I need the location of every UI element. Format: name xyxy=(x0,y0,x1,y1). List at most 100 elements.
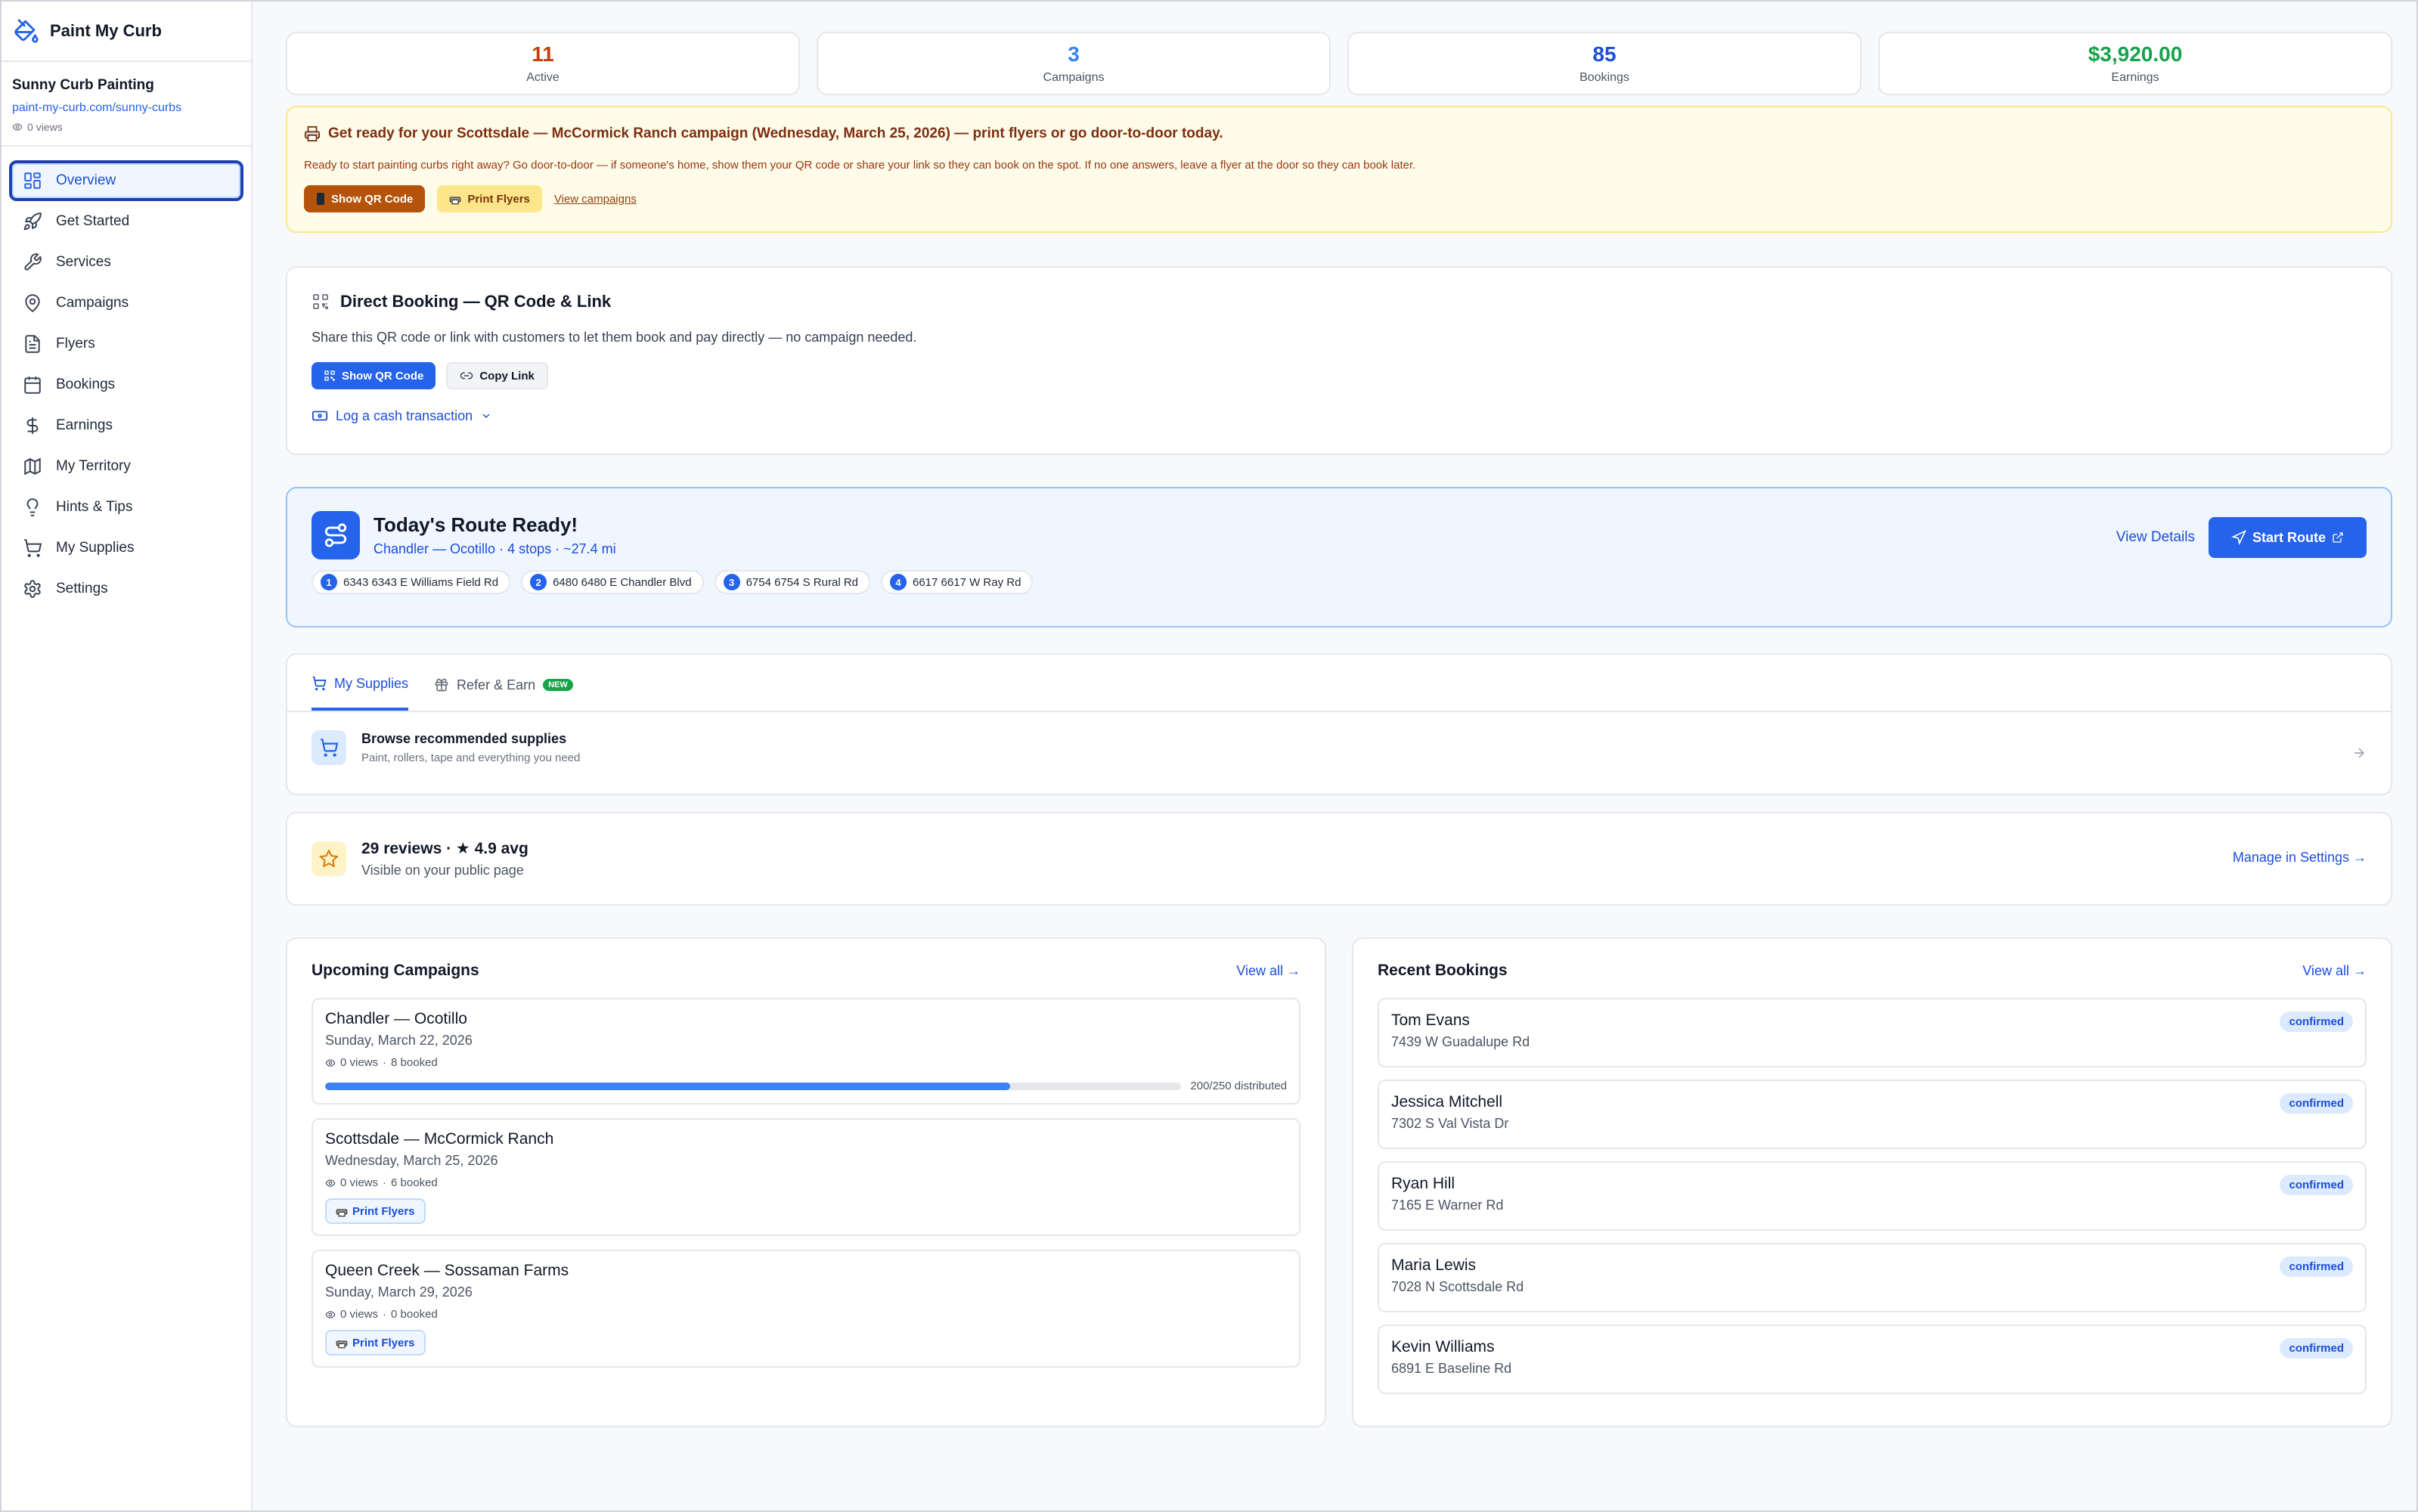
stat-card-campaigns[interactable]: 3 Campaigns xyxy=(817,32,1331,95)
booking-address: 7302 S Val Vista Dr xyxy=(1391,1116,1509,1131)
stats-row: 11 Active 3 Campaigns 85 Bookings $3,920… xyxy=(286,32,2392,95)
print-flyers-button[interactable]: Print Flyers xyxy=(325,1330,426,1356)
cart-icon xyxy=(312,730,346,765)
progress-fill xyxy=(325,1082,1010,1090)
grid-icon xyxy=(24,172,41,189)
booking-name: Kevin Williams xyxy=(1391,1338,1495,1356)
business-link[interactable]: paint-my-curb.com/sunny-curbs xyxy=(12,101,240,115)
sidebar-item-services[interactable]: Services xyxy=(9,242,243,283)
button-label: Print Flyers xyxy=(467,192,530,206)
stat-card-earnings[interactable]: $3,920.00 Earnings xyxy=(1878,32,2392,95)
view-details-link[interactable]: View Details xyxy=(2116,529,2195,546)
link-icon xyxy=(460,372,473,380)
status-badge: confirmed xyxy=(2280,1338,2353,1359)
stat-card-bookings[interactable]: 85 Bookings xyxy=(1347,32,1862,95)
sidebar-item-hints-tips[interactable]: Hints & Tips xyxy=(9,487,243,528)
route-stop-chip[interactable]: 1 6343 6343 E Williams Field Rd xyxy=(312,570,511,594)
map-icon xyxy=(24,457,41,476)
log-cash-transaction-toggle[interactable]: Log a cash transaction xyxy=(312,407,2367,424)
progress-bar xyxy=(325,1082,1182,1090)
brand[interactable]: Paint My Curb xyxy=(2,2,251,62)
sidebar-item-label: Overview xyxy=(56,172,116,188)
rocket-icon xyxy=(23,212,42,231)
stop-number: 4 xyxy=(890,574,907,590)
start-route-button[interactable]: Start Route xyxy=(2208,517,2367,558)
sidebar-item-flyers[interactable]: Flyers xyxy=(9,324,243,364)
eye-icon xyxy=(325,1058,336,1067)
campaign-meta: 0 views · 8 booked xyxy=(325,1056,1287,1069)
sidebar-item-settings[interactable]: Settings xyxy=(9,569,243,609)
sidebar-item-earnings[interactable]: Earnings xyxy=(9,405,243,446)
sidebar-item-label: My Territory xyxy=(56,458,131,474)
route-actions: View Details Start Route xyxy=(2116,517,2367,558)
eye-icon xyxy=(12,123,23,131)
booking-item[interactable]: Kevin Williams 6891 E Baseline Rd confir… xyxy=(1378,1325,2367,1394)
printer-icon xyxy=(336,1340,348,1349)
qr-code-icon xyxy=(324,370,335,381)
browse-supplies-row[interactable]: Browse recommended supplies Paint, rolle… xyxy=(287,712,2391,783)
booking-item[interactable]: Maria Lewis 7028 N Scottsdale Rd confirm… xyxy=(1378,1243,2367,1312)
booking-item[interactable]: Tom Evans 7439 W Guadalupe Rd confirmed xyxy=(1378,998,2367,1067)
booking-item[interactable]: Jessica Mitchell 7302 S Val Vista Dr con… xyxy=(1378,1080,2367,1149)
sidebar-item-bookings[interactable]: Bookings xyxy=(9,364,243,405)
campaign-date: Wednesday, March 25, 2026 xyxy=(325,1153,498,1168)
booking-address: 7028 N Scottsdale Rd xyxy=(1391,1279,1524,1294)
campaign-booked: 6 booked xyxy=(391,1176,438,1189)
campaign-item[interactable]: Queen Creek — Sossaman Farms Sunday, Mar… xyxy=(312,1250,1300,1368)
route-summary: Chandler — Ocotillo · 4 stops · ~27.4 mi xyxy=(374,541,616,556)
stat-card-active[interactable]: 11 Active xyxy=(286,32,800,95)
campaign-item[interactable]: Scottsdale — McCormick Ranch Wednesday, … xyxy=(312,1118,1300,1236)
business-name: Sunny Curb Painting xyxy=(12,77,154,93)
banner-text: Ready to start painting curbs right away… xyxy=(304,159,1416,172)
tab-label: My Supplies xyxy=(334,675,409,691)
direct-booking-title: Direct Booking — QR Code & Link xyxy=(340,292,612,311)
sidebar-item-label: Flyers xyxy=(56,336,95,352)
sidebar-item-overview[interactable]: Overview xyxy=(9,160,243,201)
campaign-date: Sunday, March 22, 2026 xyxy=(325,1033,473,1048)
qr-code-icon xyxy=(313,294,328,309)
direct-booking-card: Direct Booking — QR Code & Link Share th… xyxy=(286,266,2392,455)
sidebar-item-my-territory[interactable]: My Territory xyxy=(9,446,243,487)
gear-icon xyxy=(24,580,41,598)
manage-reviews-link[interactable]: Manage in Settings → xyxy=(2233,850,2367,866)
tab-my-supplies[interactable]: My Supplies xyxy=(312,653,409,711)
button-label: Show QR Code xyxy=(331,192,414,206)
route-stop-chip[interactable]: 3 6754 6754 S Rural Rd xyxy=(714,570,870,594)
copy-link-button[interactable]: Copy Link xyxy=(446,362,548,389)
stat-value: 3 xyxy=(1068,42,1080,66)
campaign-views: 0 views xyxy=(340,1308,379,1321)
print-flyers-button[interactable]: Print Flyers xyxy=(437,185,542,212)
show-qr-button[interactable]: Show QR Code xyxy=(304,185,426,212)
booking-item[interactable]: Ryan Hill 7165 E Warner Rd confirmed xyxy=(1378,1161,2367,1231)
route-stop-chip[interactable]: 2 6480 6480 E Chandler Blvd xyxy=(521,570,704,594)
button-label: Copy Link xyxy=(479,369,535,383)
booking-name: Jessica Mitchell xyxy=(1391,1093,1503,1111)
dollar-icon xyxy=(26,417,39,434)
button-label: Print Flyers xyxy=(352,1204,415,1218)
view-campaigns-link[interactable]: View campaigns xyxy=(554,193,637,206)
view-all-bookings-link[interactable]: View all → xyxy=(2302,963,2367,979)
sidebar-item-get-started[interactable]: Get Started xyxy=(9,201,243,242)
sidebar-item-my-supplies[interactable]: My Supplies xyxy=(9,528,243,569)
campaign-meta: 0 views · 0 booked xyxy=(325,1308,1287,1321)
sidebar-item-label: Settings xyxy=(56,581,108,596)
route-title: Today's Route Ready! xyxy=(374,513,578,536)
booking-name: Maria Lewis xyxy=(1391,1256,1477,1274)
paint-bucket-logo-icon xyxy=(14,19,39,43)
reviews-summary: 29 reviews · ★ 4.9 avg xyxy=(361,840,529,857)
tab-refer-earn[interactable]: Refer & Earn NEW xyxy=(434,653,573,711)
recent-bookings-card: Recent Bookings View all → Tom Evans 743… xyxy=(1352,937,2392,1427)
route-stop-chip[interactable]: 4 6617 6617 W Ray Rd xyxy=(881,570,1034,594)
supplies-tabs: My Supplies Refer & Earn NEW xyxy=(287,655,2391,712)
log-cash-label: Log a cash transaction xyxy=(336,407,473,423)
file-icon xyxy=(25,335,40,353)
view-all-campaigns-link[interactable]: View all → xyxy=(1236,963,1300,979)
campaign-item[interactable]: Chandler — Ocotillo Sunday, March 22, 20… xyxy=(312,998,1300,1105)
show-qr-code-button[interactable]: Show QR Code xyxy=(312,362,436,389)
print-flyers-button[interactable]: Print Flyers xyxy=(325,1198,426,1224)
sidebar-item-campaigns[interactable]: Campaigns xyxy=(9,283,243,324)
button-label: Start Route xyxy=(2252,529,2326,545)
sidebar-item-label: Earnings xyxy=(56,417,113,433)
cash-icon xyxy=(312,411,328,421)
todays-route-card: Today's Route Ready! Chandler — Ocotillo… xyxy=(286,487,2392,627)
